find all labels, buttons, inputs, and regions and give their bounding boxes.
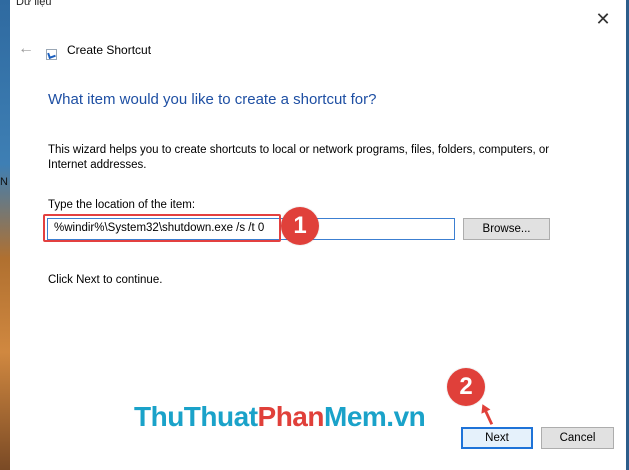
location-label: Type the location of the item: — [48, 199, 196, 211]
create-shortcut-dialog: ✕ ← Create Shortcut What item would you … — [10, 0, 626, 470]
wizard-description: This wizard helps you to create shortcut… — [48, 144, 550, 171]
mouse-cursor-icon — [480, 402, 495, 427]
next-button[interactable]: Next — [461, 427, 533, 449]
watermark-part-1: ThuThuat — [134, 401, 258, 432]
browse-button[interactable]: Browse... — [463, 218, 550, 240]
dialog-title: Create Shortcut — [67, 43, 152, 57]
watermark-part-3: Mem.vn — [324, 401, 426, 432]
watermark-logo: ThuThuatPhanMem.vn — [134, 401, 426, 433]
back-arrow-icon[interactable]: ← — [18, 40, 38, 58]
cancel-button[interactable]: Cancel — [541, 427, 614, 449]
desktop-top-label: Dữ liệu — [16, 0, 52, 8]
close-icon[interactable]: ✕ — [592, 8, 614, 30]
step-1-badge: 1 — [281, 207, 319, 245]
page-heading: What item would you like to create a sho… — [48, 91, 377, 108]
desktop-side-label: N — [0, 176, 8, 188]
shortcut-icon — [46, 49, 57, 60]
desktop-background — [0, 0, 10, 470]
continue-hint: Click Next to continue. — [48, 274, 163, 286]
location-highlight-box — [43, 214, 281, 242]
watermark-part-2: Phan — [257, 401, 325, 432]
